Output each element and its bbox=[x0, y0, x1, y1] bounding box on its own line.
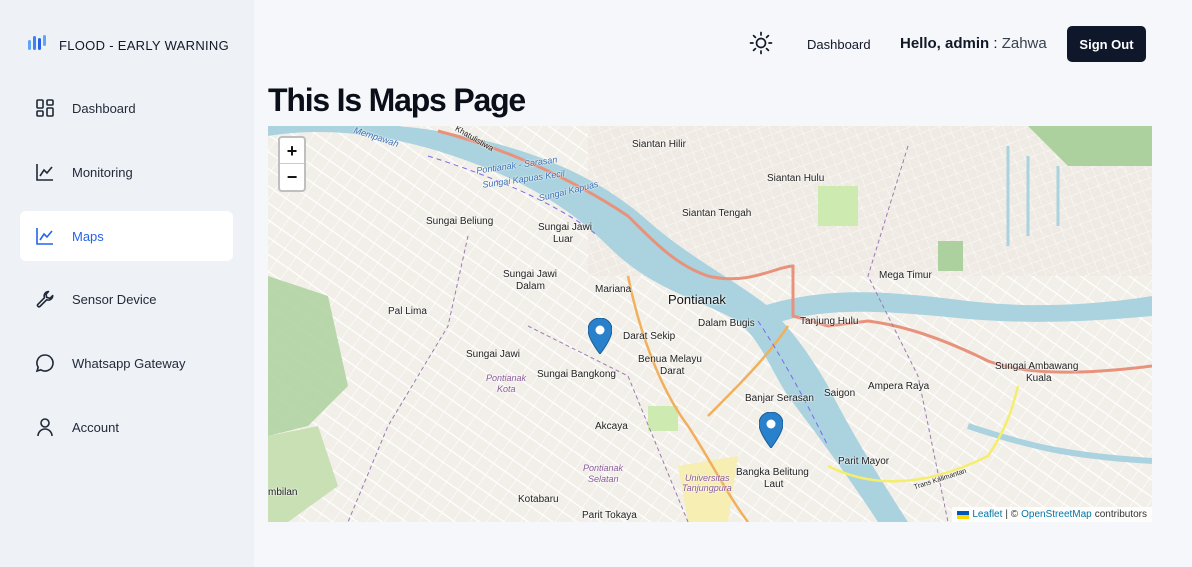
user-greeting: Hello, admin : Zahwa bbox=[900, 35, 1047, 52]
map-label: Pal Lima bbox=[388, 306, 427, 317]
sidebar: FLOOD - EARLY WARNING Dashboard Monitori… bbox=[0, 0, 254, 567]
map-label: Pontianak bbox=[668, 292, 726, 307]
brand-title: FLOOD - EARLY WARNING bbox=[59, 38, 230, 53]
sidebar-item-maps[interactable]: Maps bbox=[20, 211, 233, 261]
chat-bubble-icon bbox=[34, 352, 56, 374]
map-label: Laut bbox=[764, 479, 784, 490]
zoom-in-button[interactable]: + bbox=[280, 138, 304, 164]
map-label: Luar bbox=[553, 234, 574, 245]
map-label: Siantan Hulu bbox=[767, 173, 825, 184]
map-label: Parit Mayor bbox=[838, 456, 890, 467]
map-view[interactable]: + − Mempawah Khatulistiwa Siantan Hilir … bbox=[268, 126, 1152, 522]
ukraine-flag-icon bbox=[957, 510, 970, 519]
map-label: Universitas bbox=[685, 473, 730, 483]
map-label: Darat Sekip bbox=[623, 331, 676, 342]
header-dashboard-link[interactable]: Dashboard bbox=[807, 37, 871, 52]
leaflet-link[interactable]: Leaflet bbox=[972, 509, 1002, 520]
map-label: Sungai Jawi bbox=[503, 269, 557, 280]
map-label: Sungai Ambawang bbox=[995, 361, 1079, 372]
greeting-text: Hello, admin bbox=[900, 35, 990, 52]
wave-bars-icon bbox=[27, 34, 49, 57]
line-chart-icon bbox=[34, 161, 56, 183]
sidebar-item-label: Maps bbox=[72, 228, 104, 244]
map-attribution: Leaflet | © OpenStreetMap contributors bbox=[952, 507, 1152, 522]
sidebar-item-whatsapp-gateway[interactable]: Whatsapp Gateway bbox=[20, 338, 233, 388]
sidebar-item-account[interactable]: Account bbox=[20, 402, 233, 452]
map-label: Mega Timur bbox=[879, 270, 932, 281]
sidebar-item-label: Account bbox=[72, 419, 119, 435]
map-label: Selatan bbox=[588, 474, 619, 484]
map-label: Kota bbox=[497, 384, 516, 394]
zoom-control: + − bbox=[278, 136, 306, 192]
brand[interactable]: FLOOD - EARLY WARNING bbox=[27, 34, 229, 57]
line-chart-icon bbox=[34, 225, 56, 247]
user-icon bbox=[34, 416, 56, 438]
sidebar-item-label: Dashboard bbox=[72, 100, 136, 116]
attribution-separator: | © bbox=[1005, 509, 1019, 520]
map-label: Kotabaru bbox=[518, 494, 559, 505]
zoom-out-button[interactable]: − bbox=[280, 164, 304, 190]
map-label: Tanjung Hulu bbox=[800, 316, 859, 327]
map-label: Tanjungpura bbox=[682, 483, 732, 493]
openstreetmap-link[interactable]: OpenStreetMap bbox=[1021, 509, 1092, 520]
map-label: Banjar Serasan bbox=[745, 393, 814, 404]
map-label: Sungai Bangkong bbox=[537, 369, 616, 380]
map-label: Sungai Jawi bbox=[466, 349, 520, 360]
map-label: Akcaya bbox=[595, 421, 628, 432]
map-label: Ampera Raya bbox=[868, 381, 930, 392]
grid-icon bbox=[34, 97, 56, 119]
sidebar-item-label: Whatsapp Gateway bbox=[72, 355, 186, 371]
map-label: Benua Melayu bbox=[638, 354, 702, 365]
sidebar-item-label: Sensor Device bbox=[72, 291, 157, 307]
map-pin-icon bbox=[758, 411, 784, 449]
sign-out-button[interactable]: Sign Out bbox=[1067, 26, 1146, 62]
sidebar-item-sensor-device[interactable]: Sensor Device bbox=[20, 274, 233, 324]
map-label: Siantan Hilir bbox=[632, 139, 686, 150]
map-label: Dalam Bugis bbox=[698, 318, 755, 329]
map-label: Bangka Belitung bbox=[736, 467, 809, 478]
map-label: Siantan Tengah bbox=[682, 208, 752, 219]
map-label: Sungai Jawi bbox=[538, 222, 592, 233]
map-label: Dalam bbox=[516, 281, 545, 292]
map-label: Darat bbox=[660, 366, 685, 377]
sidebar-item-monitoring[interactable]: Monitoring bbox=[20, 147, 233, 197]
page-title: This Is Maps Page bbox=[268, 82, 526, 118]
greeting-username: Zahwa bbox=[1001, 35, 1047, 52]
map-label: Sungai Beliung bbox=[426, 216, 494, 227]
map-marker-pin[interactable] bbox=[587, 317, 613, 355]
map-marker-pin[interactable] bbox=[758, 411, 784, 449]
wrench-icon bbox=[34, 288, 56, 310]
map-label: Parit Tokaya bbox=[582, 510, 637, 521]
map-label: mbilan bbox=[268, 487, 298, 498]
sun-icon[interactable] bbox=[749, 31, 773, 55]
sidebar-item-label: Monitoring bbox=[72, 164, 133, 180]
map-label: Mariana bbox=[595, 284, 632, 295]
map-pin-icon bbox=[587, 317, 613, 355]
map-label: Pontianak bbox=[583, 463, 624, 473]
greeting-separator: : bbox=[989, 35, 1002, 52]
sidebar-item-dashboard[interactable]: Dashboard bbox=[20, 83, 233, 133]
map-label: Saigon bbox=[824, 388, 856, 399]
map-label: Pontianak bbox=[486, 373, 527, 383]
map-label: Kuala bbox=[1026, 373, 1052, 384]
attribution-contributors: contributors bbox=[1094, 509, 1147, 520]
